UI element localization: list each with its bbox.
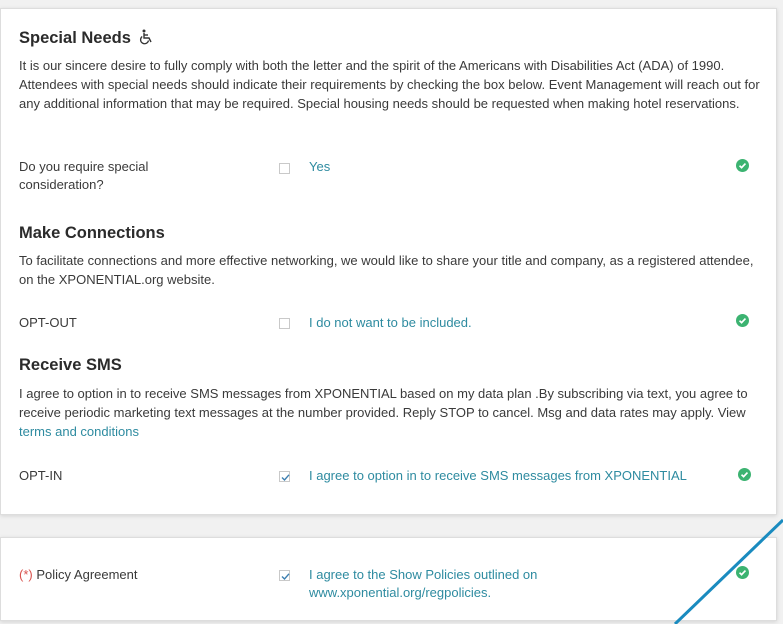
special-consideration-option[interactable]: Yes	[309, 158, 330, 176]
registration-preferences-panel: Special Needs It is our sincere desire t…	[0, 8, 777, 515]
opt-out-checkbox[interactable]	[279, 318, 290, 329]
policy-agreement-label: (*) Policy Agreement	[19, 566, 138, 584]
receive-sms-heading: Receive SMS	[19, 356, 122, 374]
receive-sms-description: I agree to option in to receive SMS mess…	[19, 384, 764, 441]
special-consideration-label: Do you require special consideration?	[19, 159, 149, 192]
special-consideration-checkbox[interactable]	[279, 163, 290, 174]
opt-in-checkbox[interactable]	[279, 471, 290, 482]
wheelchair-icon	[140, 29, 153, 45]
make-connections-description: To facilitate connections and more effec…	[19, 253, 754, 287]
policy-agreement-text: Policy Agreement	[36, 567, 138, 582]
special-needs-title: Special Needs	[19, 29, 131, 47]
valid-check-icon	[736, 314, 749, 327]
policy-agreement-panel: (*) Policy Agreement I agree to the Show…	[0, 537, 777, 621]
special-needs-heading: Special Needs	[19, 29, 154, 48]
policy-agreement-checkbox[interactable]	[279, 570, 290, 581]
policy-agreement-option[interactable]: I agree to the Show Policies outlined on…	[309, 566, 559, 602]
terms-and-conditions-link[interactable]: terms and conditions	[19, 424, 139, 439]
checkbox-check-icon	[281, 474, 290, 482]
valid-check-icon	[736, 159, 749, 172]
valid-check-icon	[736, 566, 749, 579]
opt-in-option[interactable]: I agree to option in to receive SMS mess…	[309, 467, 687, 485]
make-connections-heading: Make Connections	[19, 224, 165, 242]
required-marker: (*)	[19, 567, 33, 582]
special-needs-description: It is our sincere desire to fully comply…	[19, 58, 760, 111]
opt-out-option[interactable]: I do not want to be included.	[309, 314, 472, 332]
valid-check-icon	[738, 468, 751, 481]
opt-out-label: OPT-OUT	[19, 315, 77, 330]
checkbox-check-icon	[281, 573, 290, 581]
opt-in-label: OPT-IN	[19, 468, 63, 483]
receive-sms-text: I agree to option in to receive SMS mess…	[19, 386, 748, 420]
